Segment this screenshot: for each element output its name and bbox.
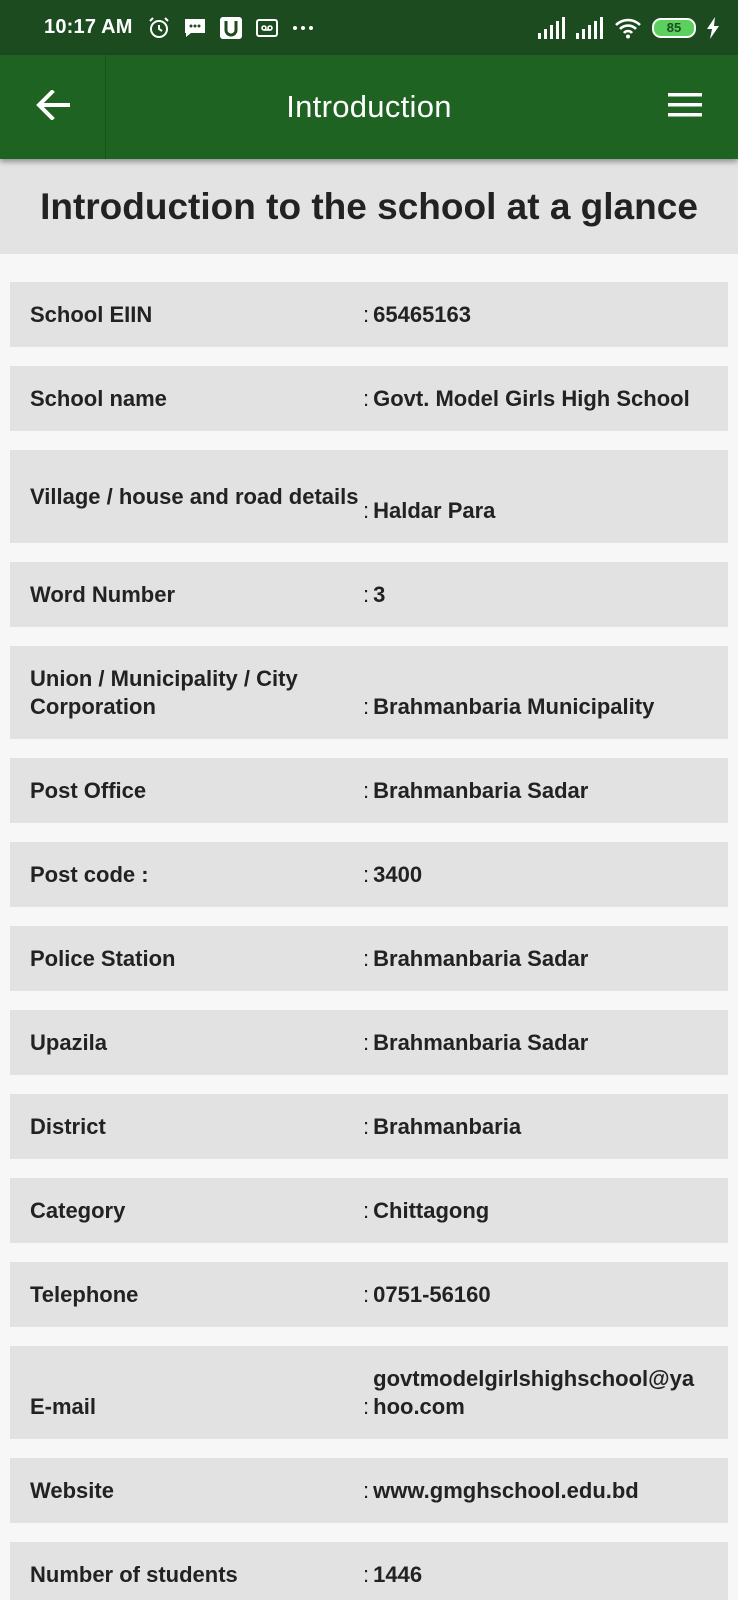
alarm-icon	[147, 16, 171, 40]
info-row-village: Village / house and road details : Haldar…	[10, 450, 728, 543]
info-value-container: :1446	[363, 1561, 423, 1587]
info-row-school-name: School name : Govt. Model Girls High Scho…	[10, 366, 728, 431]
info-value: 3	[373, 581, 386, 607]
info-value: 0751-56160	[373, 1281, 491, 1307]
info-row-website: Website : www.gmghschool.edu.bd	[10, 1458, 728, 1523]
info-row-category: Category : Chittagong	[10, 1178, 728, 1243]
notification-icons	[147, 16, 315, 40]
app-bar-title: Introduction	[286, 89, 452, 124]
page-heading-container: Introduction to the school at a glance	[0, 159, 738, 254]
info-label: Category	[30, 1197, 126, 1223]
info-value: Haldar Para	[373, 498, 496, 523]
info-row-police-station: Police Station : Brahmanbaria Sadar	[10, 926, 728, 991]
info-row-eiin: School EIIN :65465163	[10, 282, 728, 347]
info-value-container: : Govt. Model Girls High School	[363, 385, 690, 411]
info-row-upazila: Upazila : Brahmanbaria Sadar	[10, 1010, 728, 1075]
info-value-container: : Chittagong	[363, 1197, 490, 1223]
info-label: District	[30, 1113, 106, 1139]
info-value-container: : www.gmghschool.edu.bd	[363, 1477, 639, 1503]
page-heading: Introduction to the school at a glance	[40, 185, 698, 227]
u-app-icon	[219, 16, 243, 40]
info-value-container: :3400	[363, 861, 423, 887]
info-value-container: : Haldar Para	[363, 498, 496, 523]
info-value: Brahmanbaria Sadar	[373, 777, 589, 803]
info-value-container: : Brahmanbaria Sadar	[363, 945, 589, 971]
info-label: Police Station	[30, 945, 176, 971]
info-value: 3400	[373, 861, 423, 887]
info-value: Brahmanbaria Sadar	[373, 945, 589, 971]
message-icon	[183, 16, 207, 40]
info-value-container: :3	[363, 581, 386, 607]
info-row-telephone: Telephone :0751-56160	[10, 1262, 728, 1327]
menu-button[interactable]	[632, 55, 738, 159]
status-bar: 10:17 AM 85	[0, 0, 738, 55]
info-value-container: : Brahmanbaria Sadar	[363, 1029, 589, 1055]
info-value: 1446	[373, 1561, 423, 1587]
info-row-post-code: Post code : :3400	[10, 842, 728, 907]
info-value-container: : govtmodelgirlshighschool@yahoo.com	[363, 1365, 708, 1421]
app-bar: Introduction	[0, 55, 738, 159]
signal-icon	[538, 16, 566, 39]
info-row-district: District : Brahmanbaria	[10, 1094, 728, 1159]
info-value: 65465163	[373, 301, 472, 327]
info-list: School EIIN :65465163 School name : Govt.…	[10, 282, 728, 1600]
info-value-container: : Brahmanbaria Municipality	[363, 694, 655, 719]
info-value: www.gmghschool.edu.bd	[373, 1477, 639, 1503]
info-value-container: :0751-56160	[363, 1281, 491, 1307]
info-row-word-number: Word Number :3	[10, 562, 728, 627]
info-value: Brahmanbaria	[373, 1113, 522, 1139]
info-row-union: Union / Municipality / City Corporation …	[10, 646, 728, 739]
info-label: Word Number	[30, 581, 176, 607]
info-value: Brahmanbaria Sadar	[373, 1029, 589, 1055]
info-label: School EIIN	[30, 301, 153, 327]
hamburger-menu-icon	[668, 92, 702, 123]
info-value-container: : Brahmanbaria Sadar	[363, 777, 589, 803]
arrow-left-icon	[35, 88, 70, 125]
info-value: Govt. Model Girls High School	[373, 385, 690, 411]
info-label: Number of students	[30, 1561, 238, 1587]
signal-icon-2	[576, 16, 604, 39]
battery-icon: 85	[652, 17, 696, 38]
info-row-students: Number of students :1446	[10, 1542, 728, 1600]
info-value: Brahmanbaria Municipality	[373, 694, 655, 719]
voicemail-icon	[255, 16, 279, 40]
info-row-post-office: Post Office : Brahmanbaria Sadar	[10, 758, 728, 823]
battery-level: 85	[666, 20, 682, 35]
info-label: School name	[30, 385, 167, 411]
wifi-icon	[614, 17, 642, 39]
info-label: E-mail	[30, 1394, 97, 1419]
info-label: Telephone	[30, 1281, 139, 1307]
system-icons: 85	[538, 16, 720, 39]
info-value: govtmodelgirlshighschool@yahoo.com	[373, 1365, 695, 1419]
info-label: Website	[30, 1477, 114, 1503]
back-button[interactable]	[0, 55, 106, 159]
info-label: Village / house and road details	[30, 483, 359, 509]
charging-icon	[706, 16, 720, 39]
info-value-container: :65465163	[363, 301, 472, 327]
more-notifications-icon	[291, 24, 315, 32]
info-value: Chittagong	[373, 1197, 490, 1223]
info-value-container: : Brahmanbaria	[363, 1113, 522, 1139]
info-label: Post Office	[30, 777, 147, 803]
info-label: Post code :	[30, 861, 149, 887]
status-time: 10:17 AM	[44, 16, 133, 38]
info-row-email: E-mail : govtmodelgirlshighschool@yahoo.c…	[10, 1346, 728, 1439]
info-label: Union / Municipality / City Corporation	[30, 665, 298, 719]
info-label: Upazila	[30, 1029, 108, 1055]
